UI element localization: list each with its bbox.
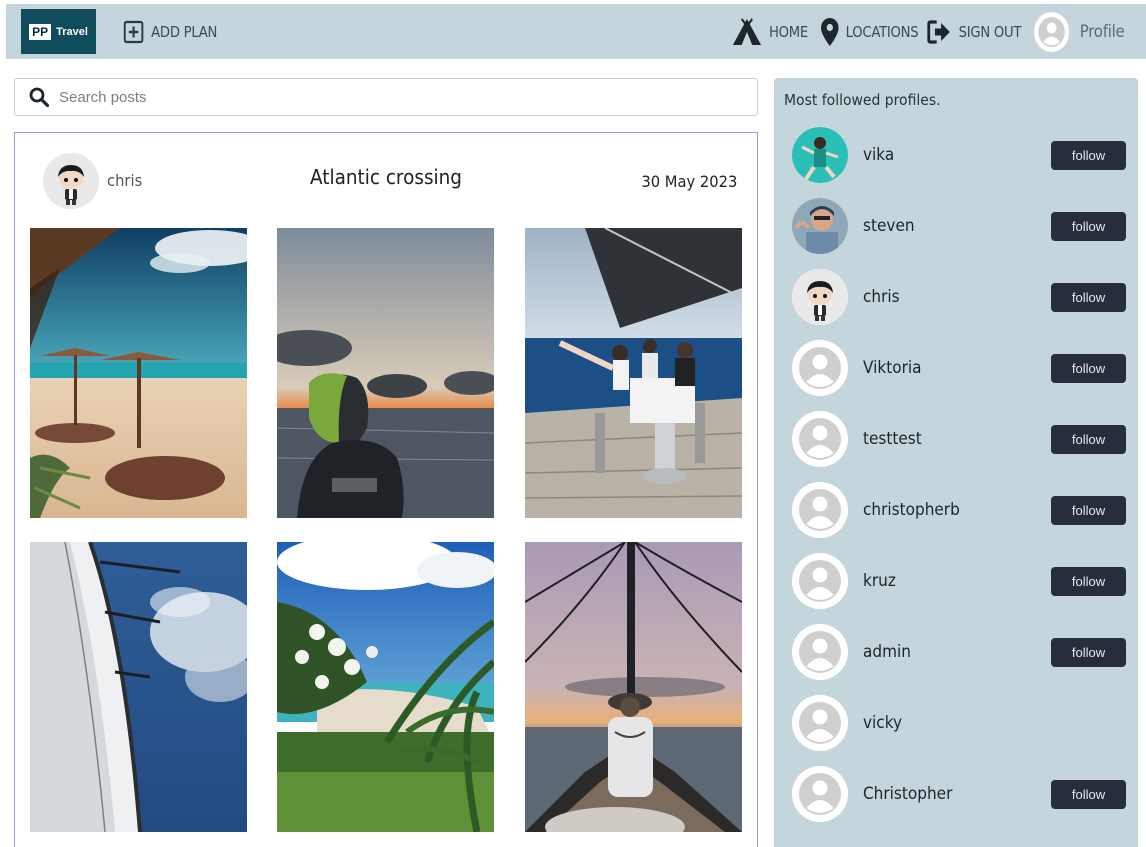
- profile-row: vika follow: [792, 127, 1126, 183]
- post-title: Atlantic crossing: [309, 165, 462, 189]
- follow-button[interactable]: follow: [1051, 425, 1126, 454]
- sign-out-link[interactable]: SIGN OUT: [927, 4, 1022, 59]
- profile-avatar[interactable]: [792, 766, 848, 822]
- profile-name[interactable]: chris: [863, 287, 900, 307]
- search-icon: [29, 87, 49, 107]
- profile-link[interactable]: Profile: [1034, 4, 1125, 59]
- add-plan-label: ADD PLAN: [151, 22, 218, 41]
- post-photo-sailing-crew[interactable]: [525, 228, 742, 518]
- logo[interactable]: PP Travel: [21, 9, 96, 54]
- locations-label: LOCATIONS: [845, 22, 919, 41]
- profile-name[interactable]: christopherb: [863, 500, 960, 520]
- post-photo-bow-dusk[interactable]: [525, 542, 742, 832]
- profile-name[interactable]: testtest: [863, 429, 922, 449]
- profile-row: christopherb follow: [792, 482, 1126, 538]
- user-icon: [792, 482, 848, 538]
- profile-name[interactable]: vicky: [863, 713, 902, 733]
- tent-icon: [732, 17, 762, 45]
- search-input[interactable]: [59, 88, 719, 106]
- profile-avatar[interactable]: [792, 482, 848, 538]
- profile-avatar[interactable]: [792, 624, 848, 680]
- profile-row: steven follow: [792, 198, 1126, 254]
- post-photo-beach[interactable]: [30, 228, 247, 518]
- user-icon: [792, 624, 848, 680]
- profile-row: Christopher follow: [792, 766, 1126, 822]
- post-card: chris Atlantic crossing 30 May 2023: [14, 132, 758, 847]
- plus-square-icon: [123, 20, 144, 43]
- most-followed-sidebar: Most followed profiles. vika follow steven…: [774, 78, 1138, 847]
- home-label: HOME: [768, 22, 808, 41]
- sign-out-label: SIGN OUT: [958, 22, 1022, 41]
- profile-row: Viktoria follow: [792, 340, 1126, 396]
- profile-row: vicky: [792, 695, 1126, 751]
- follow-button[interactable]: follow: [1051, 496, 1126, 525]
- profile-avatar[interactable]: [792, 127, 848, 183]
- profile-row: chris follow: [792, 269, 1126, 325]
- follow-button[interactable]: follow: [1051, 567, 1126, 596]
- sign-out-icon: [927, 19, 950, 44]
- follow-button[interactable]: follow: [1051, 354, 1126, 383]
- follow-button[interactable]: follow: [1051, 141, 1126, 170]
- post-photo-sail[interactable]: [30, 542, 247, 832]
- add-plan-link[interactable]: ADD PLAN: [123, 4, 217, 59]
- locations-link[interactable]: LOCATIONS: [821, 4, 919, 59]
- profile-row: admin follow: [792, 624, 1126, 680]
- user-icon: [1035, 13, 1068, 50]
- user-icon: [792, 411, 848, 467]
- follow-button[interactable]: follow: [1051, 212, 1126, 241]
- profile-row: kruz follow: [792, 553, 1126, 609]
- profile-avatar[interactable]: [792, 340, 848, 396]
- follow-button[interactable]: follow: [1051, 283, 1126, 312]
- profile-name[interactable]: vika: [863, 145, 894, 165]
- follow-button[interactable]: follow: [1051, 638, 1126, 667]
- follow-button[interactable]: follow: [1051, 780, 1126, 809]
- logo-mark: PP: [29, 23, 52, 40]
- sidebar-title: Most followed profiles.: [784, 91, 941, 109]
- home-link[interactable]: HOME: [732, 4, 808, 59]
- logo-text: Travel: [56, 25, 88, 38]
- post-photo-sunset[interactable]: [277, 228, 494, 518]
- profile-avatar[interactable]: [792, 553, 848, 609]
- top-navbar: PP Travel ADD PLAN HOME LOCATIONS SIGN O…: [6, 4, 1146, 59]
- profile-photo-icon: [792, 198, 848, 254]
- profile-avatar[interactable]: [792, 411, 848, 467]
- profile-name[interactable]: admin: [863, 642, 911, 662]
- profile-row: testtest follow: [792, 411, 1126, 467]
- profile-name[interactable]: kruz: [863, 571, 896, 591]
- profile-label: Profile: [1079, 21, 1125, 42]
- user-icon: [792, 340, 848, 396]
- profile-name[interactable]: Viktoria: [863, 358, 922, 378]
- user-icon: [792, 695, 848, 751]
- profile-avatar[interactable]: [792, 198, 848, 254]
- profile-avatar[interactable]: [792, 269, 848, 325]
- profile-photo-icon: [792, 127, 848, 183]
- profile-name[interactable]: Christopher: [863, 784, 952, 804]
- user-icon: [792, 766, 848, 822]
- profile-avatar[interactable]: [792, 695, 848, 751]
- profile-photo-icon: [792, 269, 848, 325]
- user-icon: [792, 553, 848, 609]
- post-date: 30 May 2023: [641, 172, 737, 191]
- profile-name[interactable]: steven: [863, 216, 915, 236]
- map-pin-icon: [821, 17, 839, 46]
- search-bar: [14, 78, 758, 116]
- post-photo-flowers-beach[interactable]: [277, 542, 494, 832]
- profile-avatar: [1034, 11, 1070, 52]
